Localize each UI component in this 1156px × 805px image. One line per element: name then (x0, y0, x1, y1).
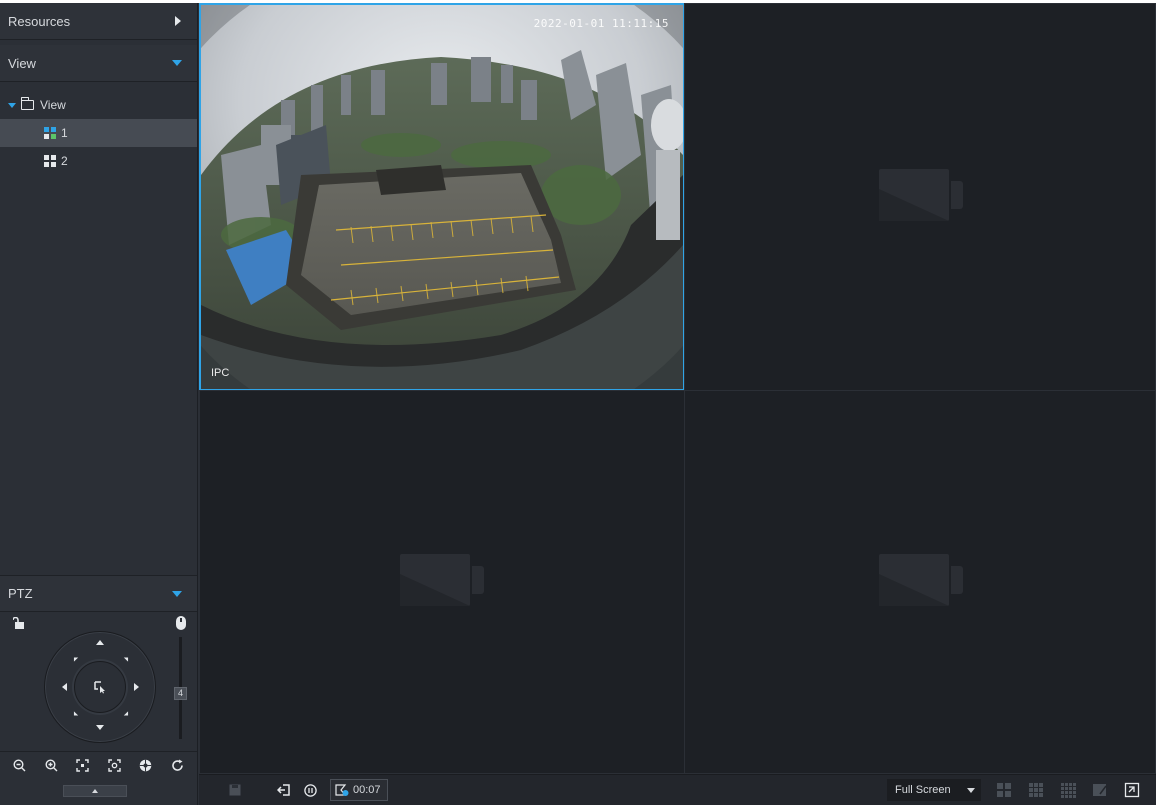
ptz-label: PTZ (8, 586, 33, 601)
pause-icon (303, 783, 317, 797)
maximize-icon[interactable] (1124, 782, 1140, 798)
view-label: View (8, 55, 36, 71)
bottom-toolbar: 00:07 Full Screen (199, 774, 1156, 805)
fullscreen-dropdown[interactable]: Full Screen (887, 779, 981, 801)
positioning-icon (94, 681, 105, 694)
layout-icon (44, 155, 56, 167)
tree-item-view-2[interactable]: 2 (0, 147, 197, 175)
collapse-down-icon (172, 60, 182, 66)
split-4-icon[interactable] (996, 782, 1012, 798)
tree-item-label: 1 (61, 126, 68, 140)
video-window-1[interactable]: 2022-01-01 11:11:15 IPC (199, 3, 685, 391)
ptz-up-arrow-icon[interactable] (96, 640, 104, 645)
zoom-out-icon[interactable] (13, 759, 27, 773)
focus-near-icon[interactable] (76, 759, 90, 773)
ptz-left-arrow-icon[interactable] (62, 683, 67, 691)
resources-panel-header[interactable]: Resources (0, 3, 197, 40)
view-tree: View 1 2 (0, 91, 197, 175)
iris-icon[interactable] (139, 759, 153, 773)
tree-item-view-1[interactable]: 1 (0, 119, 197, 147)
ptz-down-arrow-icon[interactable] (96, 725, 104, 730)
exit-button[interactable] (275, 779, 291, 801)
tree-root-label: View (40, 98, 66, 112)
save-view-button[interactable] (227, 779, 243, 801)
pause-button[interactable] (302, 779, 318, 801)
osd-channel-name: IPC (211, 367, 230, 379)
no-video-camera-icon (400, 554, 486, 606)
tour-icon (335, 783, 349, 796)
video-window-2[interactable] (684, 3, 1156, 391)
ptz-panel: PTZ 4 (0, 575, 197, 780)
ptz-speed-slider[interactable]: 4 (174, 687, 187, 700)
custom-split-icon[interactable] (1092, 782, 1108, 798)
app-window: Resources View View 1 2 PTZ 4 2022-01-01… (0, 3, 1156, 805)
unlock-icon[interactable] (13, 617, 25, 629)
exit-icon (276, 784, 290, 796)
fullscreen-label: Full Screen (895, 784, 951, 796)
split-16-icon[interactable] (1060, 782, 1076, 798)
collapse-panel-button[interactable] (63, 785, 127, 797)
timer-value: 00:07 (353, 784, 381, 796)
save-icon (229, 784, 241, 796)
zoom-in-icon[interactable] (44, 759, 58, 773)
split-9-icon[interactable] (1028, 782, 1044, 798)
refresh-icon[interactable] (170, 759, 184, 773)
dropdown-arrow-icon (967, 787, 975, 793)
ptz-panel-header[interactable]: PTZ (0, 575, 197, 612)
tree-expand-icon[interactable] (8, 102, 16, 108)
tree-root-view[interactable]: View (0, 91, 197, 119)
tour-timer[interactable]: 00:07 (330, 779, 388, 801)
layout-icon (44, 127, 56, 139)
collapse-down-icon (172, 590, 182, 597)
tree-item-label: 2 (61, 154, 68, 168)
osd-timestamp: 2022-01-01 11:11:15 (533, 17, 669, 30)
expand-right-icon (175, 16, 181, 26)
mouse-control-icon[interactable] (176, 616, 186, 630)
resources-label: Resources (8, 13, 71, 29)
focus-far-icon[interactable] (107, 759, 121, 773)
ptz-toolbar (0, 751, 197, 779)
ptz-positioning-button[interactable] (74, 661, 126, 713)
fisheye-video-frame (201, 5, 683, 389)
video-window-3[interactable] (199, 390, 685, 774)
no-video-camera-icon (879, 169, 965, 221)
folder-icon (20, 97, 34, 110)
video-grid: 2022-01-01 11:11:15 IPC (199, 3, 1156, 774)
sidebar: Resources View View 1 2 PTZ 4 (0, 3, 198, 805)
view-panel-header[interactable]: View (0, 45, 197, 82)
no-video-camera-icon (879, 554, 965, 606)
video-window-4[interactable] (684, 390, 1156, 774)
ptz-right-arrow-icon[interactable] (134, 683, 139, 691)
